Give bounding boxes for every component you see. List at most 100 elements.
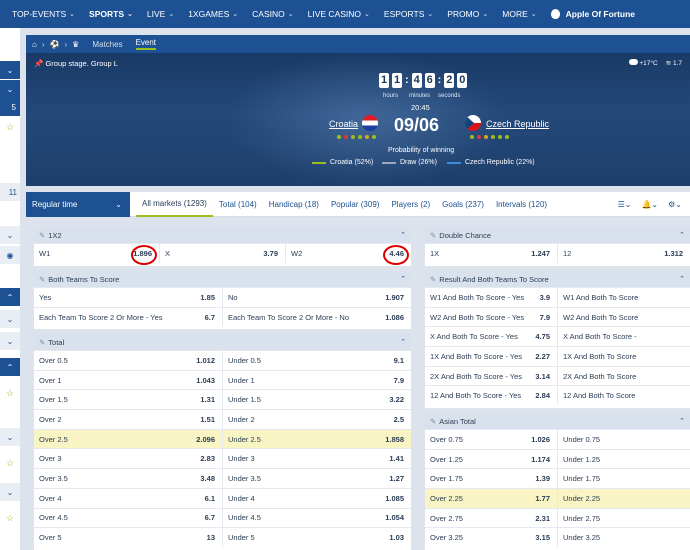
home-team-link[interactable]: Croatia xyxy=(329,119,358,129)
chevron-up-icon[interactable]: ⌃ xyxy=(679,275,685,283)
market-header[interactable]: ✎ Total ⌃ xyxy=(34,334,411,350)
chevron-up-icon[interactable]: ⌃ xyxy=(679,417,685,425)
odds-cell[interactable]: Each Team To Score 2 Or More - No 1.086 xyxy=(223,308,411,327)
odds-cell[interactable]: 12 1.312 xyxy=(558,244,690,263)
odds-cell[interactable]: No 1.907 xyxy=(223,288,411,307)
nav-item-1xgames[interactable]: 1XGAMES ⌄ xyxy=(181,0,245,28)
odds-cell[interactable]: Over 1.5 1.31 xyxy=(34,390,223,410)
odds-cell[interactable]: Under 4.5 1.054 xyxy=(223,509,411,528)
odds-cell[interactable]: 12 And Both To Score xyxy=(558,386,690,405)
market-header[interactable]: ✎ Double Chance ⌃ xyxy=(425,227,690,243)
pin-icon[interactable]: ✎ xyxy=(430,231,436,240)
sidebar-chevron-4[interactable]: ⌄ xyxy=(0,310,20,328)
odds-cell[interactable]: Under 5 1.03 xyxy=(223,528,411,547)
tab-matches[interactable]: Matches xyxy=(92,40,122,49)
chevron-up-icon[interactable]: ⌃ xyxy=(400,275,406,283)
sidebar-chevron-5[interactable]: ⌄ xyxy=(0,332,20,350)
market-header[interactable]: ✎ 1X2 ⌃ xyxy=(34,227,411,243)
filter-tab-3[interactable]: Popular (309) xyxy=(325,192,385,217)
odds-cell[interactable]: W1 And Both To Score xyxy=(558,288,690,307)
odds-cell[interactable]: Under 2.75 xyxy=(558,509,690,528)
odds-cell[interactable]: Over 0.5 1.012 xyxy=(34,351,223,370)
nav-item-promo[interactable]: PROMO ⌄ xyxy=(440,0,495,28)
gear-icon[interactable]: ⚙⌄ xyxy=(668,200,682,209)
sidebar-badge-1[interactable]: 5 xyxy=(0,98,20,116)
nav-item-live-casino[interactable]: LIVE CASINO ⌄ xyxy=(301,0,377,28)
nav-item-more[interactable]: MORE ⌄ xyxy=(495,0,543,28)
odds-cell[interactable]: W2 And Both To Score - Yes 7.9 xyxy=(425,307,558,327)
pin-icon[interactable]: ✎ xyxy=(430,417,436,426)
odds-cell[interactable]: Under 3 1.41 xyxy=(223,449,411,468)
sidebar-chevron-6[interactable]: ⌄ xyxy=(0,428,20,446)
chevron-up-icon[interactable]: ⌃ xyxy=(679,231,685,239)
sidebar-chevron-3[interactable]: ⌄ xyxy=(0,226,20,244)
odds-cell[interactable]: Under 2 2.5 xyxy=(223,410,411,429)
odds-cell[interactable]: 12 And Both To Score - Yes 2.84 xyxy=(425,386,558,406)
odds-cell[interactable]: Under 1.25 xyxy=(558,450,690,469)
sidebar-chevron-7[interactable]: ⌄ xyxy=(0,483,20,501)
globe-icon[interactable]: ◉ xyxy=(0,246,20,264)
odds-cell[interactable]: Over 2.25 1.77 xyxy=(425,489,558,508)
filter-tab-1[interactable]: Total (104) xyxy=(213,192,263,217)
nav-item-casino[interactable]: CASINO ⌄ xyxy=(245,0,300,28)
odds-cell[interactable]: 2X And Both To Score - Yes 3.14 xyxy=(425,366,558,386)
odds-cell[interactable]: Under 1.75 xyxy=(558,469,690,488)
odds-cell[interactable]: Over 1.75 1.39 xyxy=(425,469,558,489)
odds-cell[interactable]: Under 4 1.085 xyxy=(223,489,411,508)
bell-icon[interactable]: 🔔⌄ xyxy=(641,200,658,209)
odds-cell[interactable]: W1 1.896 xyxy=(34,244,160,265)
odds-cell[interactable]: Over 5 13 xyxy=(34,528,223,547)
pin-icon[interactable]: ✎ xyxy=(430,275,436,284)
nav-apple-of-fortune[interactable]: Apple Of Fortune xyxy=(544,0,642,28)
odds-cell[interactable]: Over 3.5 3.48 xyxy=(34,469,223,488)
odds-cell[interactable]: Over 2.5 2.096 xyxy=(34,429,223,449)
home-icon[interactable]: ⌂ xyxy=(32,40,37,49)
odds-cell[interactable]: Under 2.5 1.858 xyxy=(223,429,411,449)
market-header[interactable]: ✎ Asian Total ⌃ xyxy=(425,413,690,429)
odds-cell[interactable]: Each Team To Score 2 Or More - Yes 6.7 xyxy=(34,307,223,327)
sidebar-chevron-up-1[interactable]: ⌃ xyxy=(0,288,20,306)
pin-icon[interactable]: ✎ xyxy=(39,231,45,240)
pin-icon[interactable]: ✎ xyxy=(39,338,45,347)
sidebar-chevron-2[interactable]: ⌄ xyxy=(0,80,20,98)
odds-cell[interactable]: Under 1.5 3.22 xyxy=(223,390,411,409)
favorite-star-icon[interactable]: ☆ xyxy=(6,122,14,133)
odds-cell[interactable]: Under 0.75 xyxy=(558,430,690,449)
filter-tab-5[interactable]: Goals (237) xyxy=(436,192,490,217)
odds-cell[interactable]: Under 0.5 9.1 xyxy=(223,351,411,370)
favorite-star-icon[interactable]: ☆ xyxy=(6,388,14,399)
nav-item-sports[interactable]: SPORTS ⌄ xyxy=(82,0,140,28)
odds-cell[interactable]: 1X 1.247 xyxy=(425,244,558,263)
filter-tab-6[interactable]: Intervals (120) xyxy=(490,192,553,217)
odds-cell[interactable]: Yes 1.85 xyxy=(34,288,223,307)
nav-item-live[interactable]: LIVE ⌄ xyxy=(140,0,181,28)
favorite-star-icon[interactable]: ☆ xyxy=(6,513,14,524)
filter-tab-4[interactable]: Players (2) xyxy=(385,192,436,217)
pin-icon[interactable]: ✎ xyxy=(39,275,45,284)
odds-cell[interactable]: Over 4 6.1 xyxy=(34,488,223,508)
nav-item-esports[interactable]: ESPORTS ⌄ xyxy=(377,0,440,28)
odds-cell[interactable]: W1 And Both To Score - Yes 3.9 xyxy=(425,288,558,307)
odds-cell[interactable]: Under 1 7.9 xyxy=(223,371,411,390)
filter-tab-2[interactable]: Handicap (18) xyxy=(263,192,325,217)
odds-cell[interactable]: Over 3.25 3.15 xyxy=(425,528,558,548)
odds-cell[interactable]: 1X And Both To Score xyxy=(558,347,690,366)
odds-cell[interactable]: Over 3 2.83 xyxy=(34,449,223,469)
nav-item-top-events[interactable]: TOP-EVENTS ⌄ xyxy=(5,0,82,28)
odds-cell[interactable]: Over 2 1.51 xyxy=(34,410,223,429)
market-header[interactable]: ✎ Result And Both Teams To Score ⌃ xyxy=(425,271,690,287)
odds-cell[interactable]: X And Both To Score - xyxy=(558,327,690,346)
chevron-up-icon[interactable]: ⌃ xyxy=(400,231,406,239)
odds-cell[interactable]: 2X And Both To Score xyxy=(558,367,690,386)
trophy-icon[interactable]: ♛ xyxy=(72,40,79,49)
odds-cell[interactable]: X And Both To Score - Yes 4.75 xyxy=(425,327,558,347)
odds-cell[interactable]: Over 1 1.043 xyxy=(34,370,223,390)
sport-icon[interactable]: ⚽ xyxy=(50,40,60,49)
away-team-link[interactable]: Czech Republic xyxy=(486,119,549,129)
filter-tab-0[interactable]: All markets (1293) xyxy=(136,192,213,217)
odds-cell[interactable]: W2 4.46 xyxy=(286,244,411,265)
period-select[interactable]: Regular time ⌄ xyxy=(26,191,130,217)
odds-cell[interactable]: Over 4.5 6.7 xyxy=(34,508,223,528)
odds-cell[interactable]: Under 3.25 xyxy=(558,528,690,547)
sidebar-chevron-1[interactable]: ⌄ xyxy=(0,61,20,79)
